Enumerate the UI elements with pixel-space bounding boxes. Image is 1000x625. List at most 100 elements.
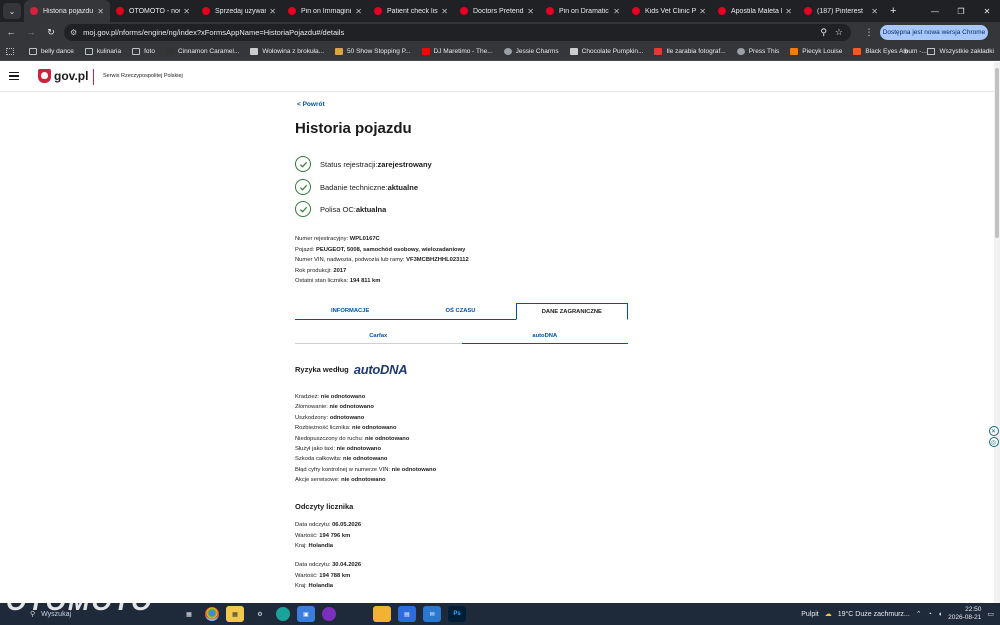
bookmark-item[interactable]: Jessie Charms (503, 47, 559, 55)
browser-tab[interactable]: OTOMOTO - nowe✕ (110, 0, 196, 22)
tab-close-icon[interactable]: ✕ (269, 7, 276, 16)
close-window-icon[interactable]: ✕ (974, 0, 1000, 22)
tray-chevron-icon[interactable]: ⌃ (916, 610, 922, 618)
tab-close-icon[interactable]: ✕ (785, 7, 792, 16)
volume-icon[interactable]: ◖ (938, 611, 942, 618)
bookmark-item[interactable]: 50 Show Stopping P... (335, 47, 411, 55)
bookmark-item[interactable]: kulinaria (84, 47, 121, 55)
detail-value: VF3MCBHZHHL023112 (406, 257, 469, 263)
browser-tab[interactable]: (187) Pinterest ✕ (798, 0, 884, 22)
update-chrome-button[interactable]: Dostępna jest nowa wersja Chrome (880, 25, 988, 40)
file-explorer-icon[interactable] (373, 606, 391, 622)
forward-arrow-icon[interactable]: → (22, 23, 40, 41)
browser-tab[interactable]: Apostila Maleta M ✕ (712, 0, 798, 22)
weather-text[interactable]: 19°C Duże zachmurz... (838, 611, 910, 618)
browser-tab[interactable]: Sprzedaj używany ✕ (196, 0, 282, 22)
sub-tab[interactable]: autoDNA (461, 328, 628, 344)
new-tab-button[interactable]: + (890, 5, 896, 17)
site-icon (335, 47, 344, 55)
reading-value-label: Wartość: (295, 572, 318, 579)
bookmark-item[interactable]: belly dance (29, 47, 74, 55)
apps-grid-icon[interactable] (6, 47, 18, 55)
tab-close-icon[interactable]: ✕ (871, 7, 878, 16)
bookmark-item[interactable]: DJ Maretimo - The... (421, 47, 493, 55)
bookmark-item[interactable]: Ile zarabia fotograf... (654, 47, 726, 55)
accessibility-widget-icon[interactable]: ◎ (988, 437, 999, 447)
tab-favicon-icon (374, 7, 382, 15)
desktop-label[interactable]: Pulpit (801, 611, 819, 618)
browser-tab[interactable]: Kids Vet Clinic Pa ✕ (626, 0, 712, 22)
reading-date-label: Data odczytu: (295, 562, 331, 568)
bookmarks-bar: belly dance kulinaria foto Cinnamon Caramel… (0, 42, 1000, 61)
bookmark-label: Wołowina z brokuła... (262, 47, 325, 55)
tab-close-icon[interactable]: ✕ (441, 7, 448, 16)
youtube-icon (421, 47, 430, 55)
bookmark-star-icon[interactable]: ☆ (835, 27, 843, 38)
edge-icon[interactable] (276, 607, 290, 621)
tab-close-icon[interactable]: ✕ (527, 7, 534, 16)
main-tab[interactable]: DANE ZAGRANICZNE (515, 303, 628, 320)
browser-tab[interactable]: Doctors Pretend P✕ (454, 0, 540, 22)
hamburger-menu-icon[interactable] (9, 72, 19, 80)
risk-label: Kradzież: (295, 394, 320, 400)
store-icon[interactable]: ▣ (297, 606, 315, 622)
tab-close-icon[interactable]: ✕ (183, 7, 190, 16)
tab-favicon-icon (632, 7, 640, 15)
minimize-icon[interactable]: — (922, 0, 948, 22)
address-bar[interactable]: ⚙ moj.gov.pl/nforms/engine/ng/index?xFor… (64, 24, 851, 41)
browser-tab[interactable]: Patient check list ✕ (368, 0, 454, 22)
all-bookmarks-folder[interactable]: Wszystkie zakładki (927, 42, 994, 61)
bookmark-item[interactable]: Wołowina z brokuła... (250, 47, 325, 55)
mail-icon[interactable]: ✉ (423, 606, 441, 622)
bookmark-label: foto (144, 47, 155, 55)
check-circle-icon (295, 179, 311, 195)
tab-close-icon[interactable]: ✕ (355, 7, 362, 16)
taskbar-search[interactable]: ⚲ Wyszukaj (30, 606, 71, 622)
bookmarks-overflow-icon[interactable]: » (904, 42, 908, 61)
settings-icon[interactable]: ⚙ (251, 606, 269, 622)
notifications-icon[interactable]: ▭ (987, 610, 994, 618)
chrome-icon[interactable] (205, 607, 219, 621)
main-tab[interactable]: INFORMACJE (295, 303, 405, 319)
bookmark-item[interactable]: foto (132, 47, 155, 55)
close-widget-icon[interactable]: ✕ (988, 426, 999, 436)
main-tab[interactable]: OŚ CZASU (405, 303, 515, 319)
site-icon (853, 47, 862, 55)
browser-menu-icon[interactable]: ⋮ (863, 24, 875, 41)
logo-divider (93, 69, 94, 85)
floating-side-widget: ✕ ◎ (987, 426, 1000, 452)
bookmark-item[interactable]: Black Eyes Album -... (853, 47, 927, 55)
back-arrow-icon[interactable]: ← (2, 23, 20, 41)
network-icon[interactable]: ◔ (928, 611, 932, 618)
zoom-search-icon[interactable]: ⚲ (820, 27, 827, 38)
site-info-icon[interactable]: ⚙ (70, 28, 77, 37)
bookmark-item[interactable]: Chocolate Pumpkin... (569, 47, 643, 55)
gov-logo[interactable]: gov.pl (54, 69, 88, 83)
photoshop-icon[interactable]: Ps (448, 606, 466, 622)
back-link[interactable]: < Powrót (297, 101, 325, 108)
browser-tab[interactable]: Historia pojazdu ✕ (24, 0, 110, 22)
tab-search-button[interactable]: ⌄ (3, 3, 21, 19)
page-scrollbar[interactable] (994, 62, 1000, 603)
sub-tab[interactable]: Carfax (295, 328, 462, 344)
bookmark-item[interactable]: Press This (736, 47, 779, 55)
photos-icon[interactable]: ▤ (398, 606, 416, 622)
tab-title: Apostila Maleta M (731, 7, 783, 15)
detail-value: WPL0167C (349, 236, 380, 242)
clock[interactable]: 22:50 2026-08-21 (948, 606, 981, 622)
onenote-icon[interactable] (322, 607, 336, 621)
reading-country-label: Kraj: (295, 583, 307, 589)
tab-close-icon[interactable]: ✕ (699, 7, 706, 16)
browser-tab[interactable]: Pin on Immagini ✕ (282, 0, 368, 22)
tab-close-icon[interactable]: ✕ (97, 7, 104, 16)
bookmark-item[interactable]: Piecyk Louise (790, 47, 842, 55)
tab-close-icon[interactable]: ✕ (613, 7, 620, 16)
status-label: Status rejestracji: (320, 159, 378, 169)
calendar-app-icon[interactable]: ▦ (226, 606, 244, 622)
bookmark-item[interactable]: Cinnamon Caramel... (165, 47, 239, 55)
browser-tab[interactable]: Pin on Dramatic P ✕ (540, 0, 626, 22)
task-view-icon[interactable]: ▦ (180, 606, 198, 622)
restore-icon[interactable]: ❐ (948, 0, 974, 22)
reload-icon[interactable]: ↻ (42, 23, 60, 41)
scrollbar-thumb[interactable] (995, 68, 999, 238)
